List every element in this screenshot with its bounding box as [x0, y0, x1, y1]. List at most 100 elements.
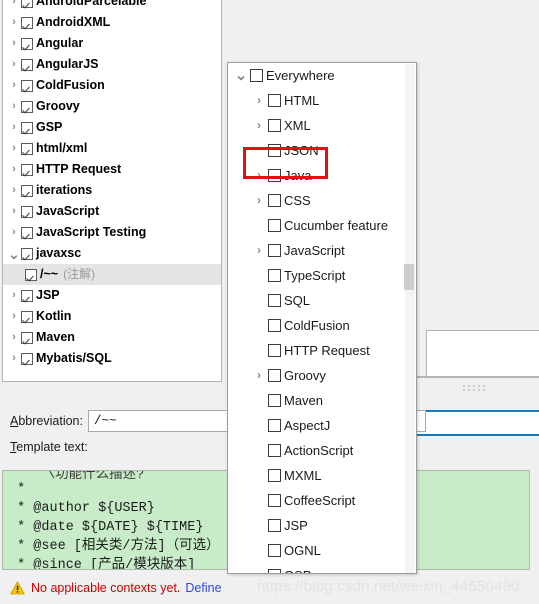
context-popup-checkbox[interactable] — [250, 69, 263, 82]
context-popup-checkbox[interactable] — [268, 194, 281, 207]
chevron-right-icon[interactable]: › — [7, 285, 21, 306]
context-popup-checkbox[interactable] — [268, 169, 281, 182]
context-popup-checkbox[interactable] — [268, 369, 281, 382]
tree-row-checkbox[interactable] — [21, 310, 33, 323]
popup-scrollbar-track[interactable] — [404, 64, 415, 573]
context-popup-checkbox[interactable] — [268, 444, 281, 457]
tree-row-checkbox[interactable] — [25, 268, 37, 281]
context-popup-checkbox[interactable] — [268, 569, 281, 573]
context-popup-row[interactable]: SQL — [228, 288, 416, 313]
tree-row-checkbox[interactable] — [21, 0, 33, 8]
context-popup-checkbox[interactable] — [268, 294, 281, 307]
context-popup-row[interactable]: GSP — [228, 563, 416, 573]
chevron-right-icon[interactable]: › — [7, 159, 21, 180]
tree-row-checkbox[interactable] — [21, 100, 33, 113]
context-popup-row[interactable]: MXML — [228, 463, 416, 488]
tree-row-checkbox[interactable] — [21, 289, 33, 302]
tree-row[interactable]: › AndroidXML — [3, 12, 221, 33]
tree-row[interactable]: › AndroidParcelable — [3, 0, 221, 12]
context-popup-checkbox[interactable] — [268, 119, 281, 132]
context-popup-checkbox[interactable] — [268, 544, 281, 557]
splitter-grip-icon[interactable] — [463, 385, 499, 395]
chevron-right-icon[interactable]: › — [7, 327, 21, 348]
tree-row[interactable]: › GSP — [3, 117, 221, 138]
context-popup-row[interactable]: ColdFusion — [228, 313, 416, 338]
chevron-right-icon[interactable]: › — [250, 188, 268, 213]
context-popup-row[interactable]: › HTML — [228, 88, 416, 113]
tree-row[interactable]: ⌄ javaxsc — [3, 243, 221, 264]
context-popup-row[interactable]: › Groovy — [228, 363, 416, 388]
chevron-down-icon[interactable]: ⌄ — [7, 247, 21, 261]
tree-row-checkbox[interactable] — [21, 37, 33, 50]
tree-row[interactable]: › Kotlin — [3, 306, 221, 327]
tree-row-checkbox[interactable] — [21, 331, 33, 344]
context-popup-checkbox[interactable] — [268, 219, 281, 232]
tree-row[interactable]: › iterations — [3, 180, 221, 201]
tree-row[interactable]: › AngularJS — [3, 54, 221, 75]
context-popup-row[interactable]: › JavaScript — [228, 238, 416, 263]
chevron-right-icon[interactable]: › — [7, 75, 21, 96]
chevron-right-icon[interactable]: › — [7, 306, 21, 327]
chevron-right-icon[interactable]: › — [7, 54, 21, 75]
tree-row-checkbox[interactable] — [21, 247, 33, 260]
tree-row-checkbox[interactable] — [21, 184, 33, 197]
tree-row-checkbox[interactable] — [21, 79, 33, 92]
tree-row-checkbox[interactable] — [21, 205, 33, 218]
context-popup-row[interactable]: OGNL — [228, 538, 416, 563]
tree-row-checkbox[interactable] — [21, 352, 33, 365]
context-popup-checkbox[interactable] — [268, 419, 281, 432]
tree-row-checkbox[interactable] — [21, 58, 33, 71]
tree-row[interactable]: › Groovy — [3, 96, 221, 117]
tree-row-checkbox[interactable] — [21, 142, 33, 155]
context-popup-row[interactable]: CoffeeScript — [228, 488, 416, 513]
chevron-right-icon[interactable]: › — [7, 348, 21, 369]
chevron-down-icon[interactable]: ⌄ — [232, 63, 250, 88]
chevron-right-icon[interactable]: › — [7, 12, 21, 33]
context-popup-checkbox[interactable] — [268, 94, 281, 107]
tree-row[interactable]: › JavaScript Testing — [3, 222, 221, 243]
chevron-right-icon[interactable]: › — [7, 33, 21, 54]
context-popup-checkbox[interactable] — [268, 244, 281, 257]
chevron-right-icon[interactable]: › — [7, 138, 21, 159]
focused-text-input[interactable] — [414, 410, 539, 436]
context-popup-row[interactable]: › CSS — [228, 188, 416, 213]
context-popup-row[interactable]: Maven — [228, 388, 416, 413]
tree-row[interactable]: › Maven — [3, 327, 221, 348]
context-popup-row[interactable]: › XML — [228, 113, 416, 138]
context-popup-row[interactable]: JSON — [228, 138, 416, 163]
context-popup-checkbox[interactable] — [268, 394, 281, 407]
context-popup-row[interactable]: HTTP Request — [228, 338, 416, 363]
tree-row[interactable]: › HTTP Request — [3, 159, 221, 180]
context-popup-checkbox[interactable] — [268, 319, 281, 332]
context-popup-row[interactable]: Cucumber feature — [228, 213, 416, 238]
tree-row-checkbox[interactable] — [21, 16, 33, 29]
chevron-right-icon[interactable]: › — [7, 117, 21, 138]
tree-row[interactable]: › Angular — [3, 33, 221, 54]
context-popup-checkbox[interactable] — [268, 344, 281, 357]
chevron-right-icon[interactable]: › — [7, 222, 21, 243]
chevron-right-icon[interactable]: › — [250, 163, 268, 188]
chevron-right-icon[interactable]: › — [7, 96, 21, 117]
context-selection-popup[interactable]: ⌄ Everywhere › HTML › XML JSON › Java › CSS Cucumbe… — [227, 62, 417, 574]
tree-row[interactable]: › JavaScript — [3, 201, 221, 222]
chevron-right-icon[interactable]: › — [7, 0, 21, 12]
context-popup-checkbox[interactable] — [268, 144, 281, 157]
tree-row[interactable]: › Mybatis/SQL — [3, 348, 221, 369]
chevron-right-icon[interactable]: › — [250, 363, 268, 388]
tree-row[interactable]: › html/xml — [3, 138, 221, 159]
context-popup-row[interactable]: TypeScript — [228, 263, 416, 288]
popup-scrollbar-thumb[interactable] — [404, 264, 414, 290]
chevron-right-icon[interactable]: › — [250, 238, 268, 263]
chevron-right-icon[interactable]: › — [7, 201, 21, 222]
context-popup-row[interactable]: ActionScript — [228, 438, 416, 463]
tree-row-checkbox[interactable] — [21, 226, 33, 239]
context-popup-row[interactable]: ⌄ Everywhere — [228, 63, 416, 88]
tree-row-checkbox[interactable] — [21, 163, 33, 176]
tree-row[interactable]: › JSP — [3, 285, 221, 306]
context-popup-row[interactable]: JSP — [228, 513, 416, 538]
chevron-right-icon[interactable]: › — [250, 113, 268, 138]
template-group-tree[interactable]: › AndroidParcelable › AndroidXML › Angular › An… — [2, 0, 222, 382]
define-context-link[interactable]: Define — [185, 581, 221, 595]
chevron-right-icon[interactable]: › — [250, 88, 268, 113]
context-popup-checkbox[interactable] — [268, 519, 281, 532]
